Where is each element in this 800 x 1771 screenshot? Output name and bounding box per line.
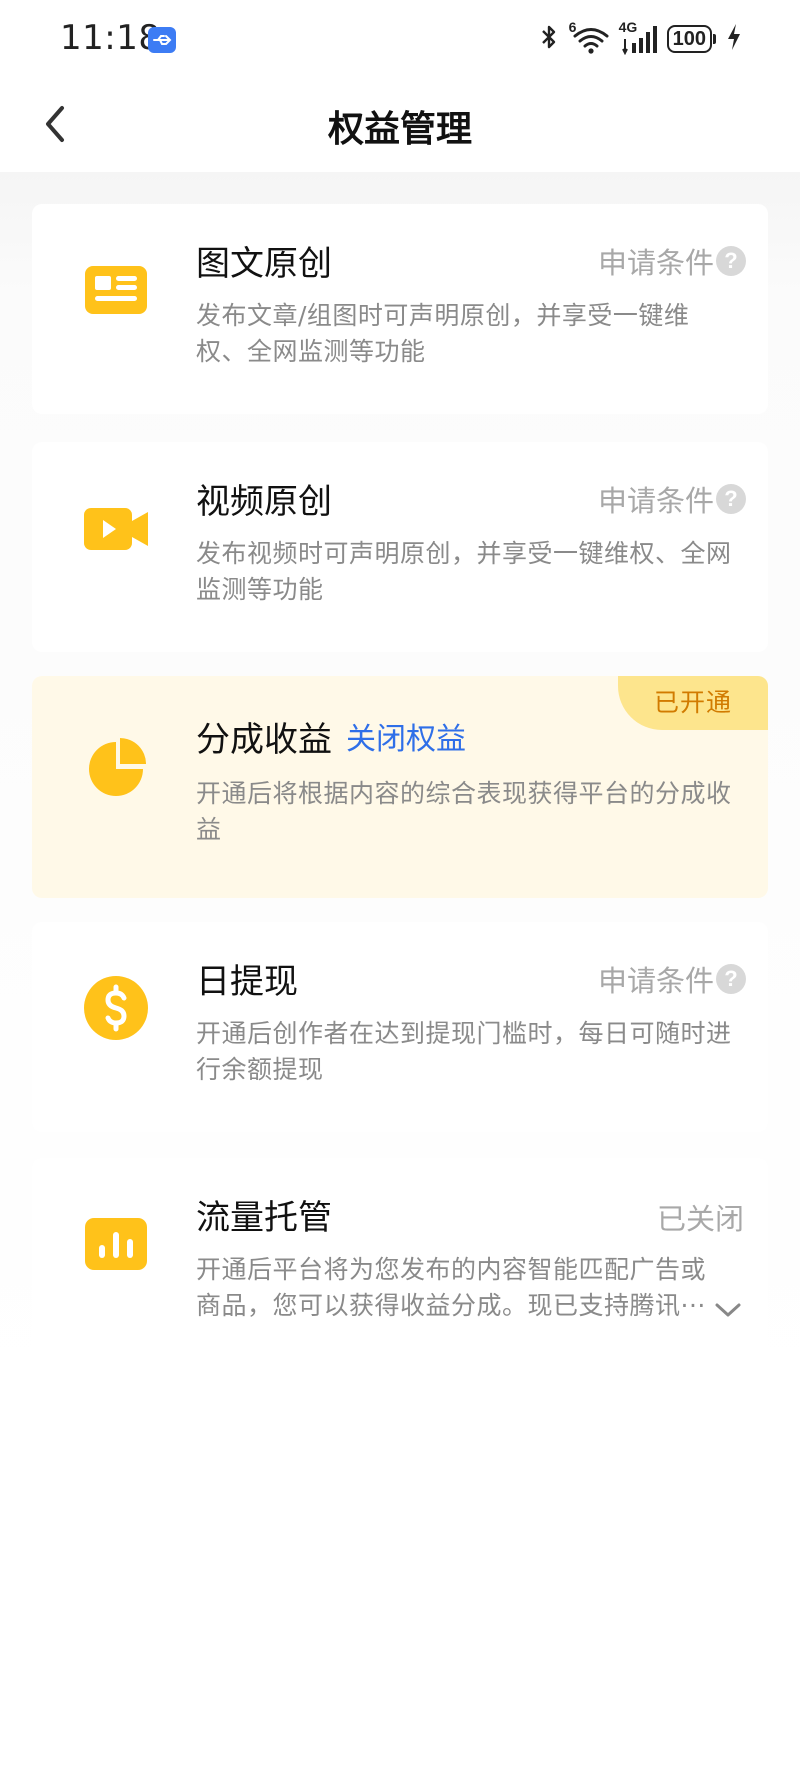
battery-level: 100 <box>666 25 712 53</box>
closed-status-text: 已关闭 <box>656 1202 744 1236</box>
opened-status-badge: 已开通 <box>618 676 768 730</box>
bar-chart-icon <box>82 1210 150 1278</box>
benefit-card-article-original[interactable]: 图文原创 申请条件 ? 发布文章/组图时可声明原创，并享受一键维权、全网监测等功… <box>32 204 768 414</box>
card-title: 日提现 <box>196 961 298 1002</box>
apply-conditions-label: 申请条件 <box>597 964 714 998</box>
card-description: 发布文章/组图时可声明原创，并享受一键维权、全网监测等功能 <box>196 301 690 366</box>
apply-conditions-link[interactable]: 申请条件 ? <box>598 478 746 520</box>
network-type: 4G <box>618 19 638 35</box>
apply-conditions-link[interactable]: 申请条件 ? <box>598 958 746 1000</box>
card-description: 开通后创作者在达到提现门槛时，每日可随时进行余额提现 <box>196 1019 732 1084</box>
header: 权益管理 <box>0 78 800 172</box>
status-icons: 6 4G 100 <box>539 19 742 56</box>
benefit-card-revenue-share[interactable]: 已开通 分成收益 关闭权益 开通后将根据内容的综合表现获得平台的分成收益 <box>32 676 768 898</box>
wifi-icon: 6 <box>569 19 609 55</box>
page-title: 权益管理 <box>327 109 472 150</box>
status-bar: 11:18 6 4G 100 <box>0 0 800 78</box>
close-benefit-link[interactable]: 关闭权益 <box>346 714 466 758</box>
card-title-row: 视频原创 <box>196 472 332 524</box>
benefits-list: 图文原创 申请条件 ? 发布文章/组图时可声明原创，并享受一键维权、全网监测等功… <box>0 172 800 1771</box>
wifi-level: 6 <box>568 19 577 35</box>
dollar-coin-icon <box>82 974 150 1042</box>
status-time: 11:18 <box>60 18 161 58</box>
card-description: 开通后将根据内容的综合表现获得平台的分成收益 <box>196 779 732 844</box>
card-description: 开通后平台将为您发布的内容智能匹配广告或商品，您可以获得收益分成。现已支持腾讯·… <box>196 1255 707 1320</box>
question-icon: ? <box>716 964 746 994</box>
battery-icon: 100 <box>666 25 716 53</box>
card-title: 图文原创 <box>196 243 332 284</box>
benefit-card-video-original[interactable]: 视频原创 申请条件 ? 发布视频时可声明原创，并享受一键维权、全网监测等功能 <box>32 442 768 652</box>
article-card-icon <box>82 256 150 324</box>
benefit-card-daily-withdrawal[interactable]: 日提现 申请条件 ? 开通后创作者在达到提现门槛时，每日可随时进行余额提现 <box>32 922 768 1132</box>
chevron-down-icon[interactable] <box>714 1300 742 1320</box>
signal-icon: 4G <box>619 19 657 56</box>
video-camera-icon <box>82 494 150 562</box>
card-title-row: 图文原创 <box>196 234 332 286</box>
card-description: 发布视频时可声明原创，并享受一键维权、全网监测等功能 <box>196 539 732 604</box>
card-title-row: 分成收益 关闭权益 <box>196 710 466 762</box>
benefit-card-traffic-hosting[interactable]: 流量托管 已关闭 开通后平台将为您发布的内容智能匹配广告或商品，您可以获得收益分… <box>32 1158 768 1368</box>
pie-chart-icon <box>82 734 150 802</box>
card-title: 分成收益 <box>196 719 332 760</box>
card-title-row: 流量托管 <box>196 1188 332 1240</box>
apply-conditions-label: 申请条件 <box>597 246 714 280</box>
apply-conditions-label: 申请条件 <box>597 484 714 518</box>
card-title-row: 日提现 <box>196 952 298 1004</box>
card-title: 视频原创 <box>196 481 332 522</box>
card-title: 流量托管 <box>196 1197 332 1238</box>
charging-icon <box>726 23 742 55</box>
battery-tip <box>713 34 716 44</box>
apply-conditions-link[interactable]: 申请条件 ? <box>598 240 746 282</box>
usb-icon <box>148 27 176 53</box>
bluetooth-icon <box>539 22 559 56</box>
question-icon: ? <box>716 246 746 276</box>
question-icon: ? <box>716 484 746 514</box>
